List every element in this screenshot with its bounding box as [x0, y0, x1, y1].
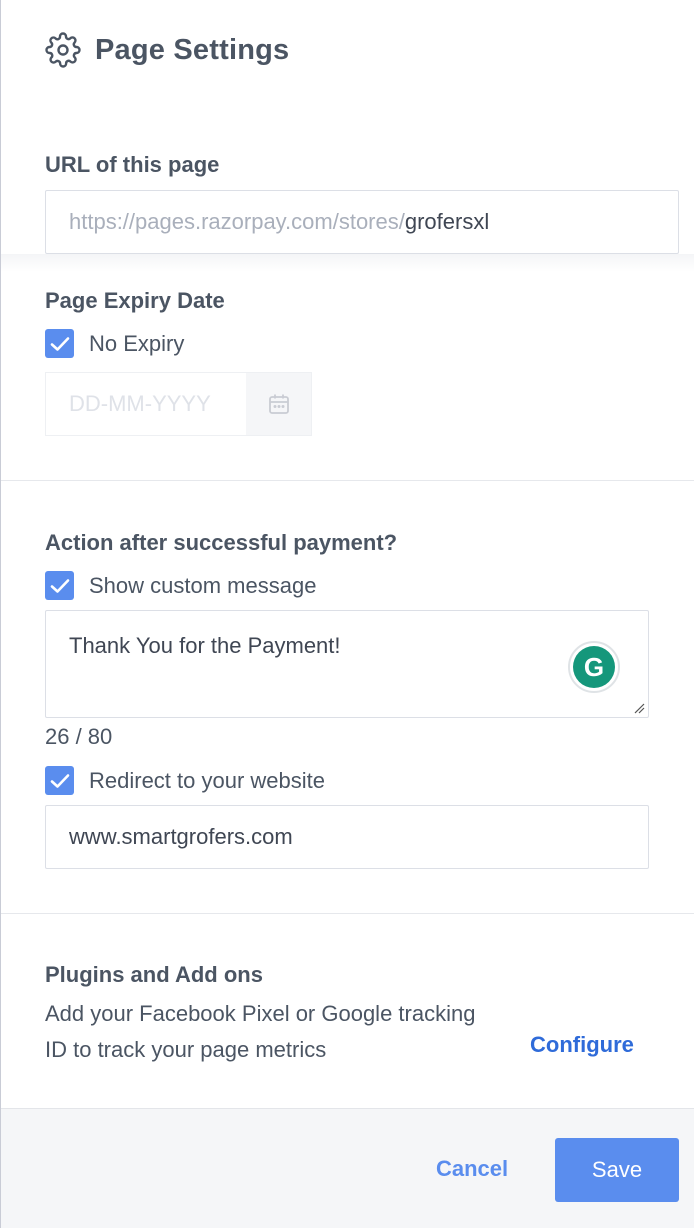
no-expiry-label: No Expiry [89, 330, 185, 356]
page-title: Page Settings [95, 33, 290, 66]
scroll-shadow [1, 254, 694, 272]
plugins-label: Plugins and Add ons [45, 962, 263, 987]
custom-message-checkbox[interactable] [45, 571, 74, 600]
redirect-checkbox[interactable] [45, 766, 74, 795]
save-button[interactable]: Save [555, 1138, 679, 1202]
custom-message-textarea[interactable]: Thank You for the Payment! G [45, 610, 649, 718]
char-counter: 26 / 80 [45, 724, 113, 749]
website-url-input[interactable]: www.smartgrofers.com [45, 805, 649, 869]
divider [1, 480, 694, 481]
url-label: URL of this page [45, 152, 220, 177]
grammarly-icon: G [573, 646, 615, 688]
no-expiry-checkbox[interactable] [45, 329, 74, 358]
checkmark-icon [50, 578, 69, 593]
redirect-label: Redirect to your website [89, 767, 325, 793]
expiry-date-input[interactable]: DD-MM-YYYY [46, 373, 246, 435]
plugins-description: Add your Facebook Pixel or Google tracki… [45, 1001, 476, 1062]
calendar-icon [268, 394, 289, 414]
no-expiry-checkbox-row[interactable]: No Expiry [45, 329, 184, 358]
grammarly-button[interactable]: G [568, 641, 620, 693]
action-label: Action after successful payment? [45, 530, 398, 555]
header: Page Settings [45, 32, 289, 68]
calendar-button[interactable] [246, 373, 311, 435]
checkmark-icon [50, 773, 69, 788]
redirect-checkbox-row[interactable]: Redirect to your website [45, 766, 325, 795]
custom-message-label: Show custom message [89, 572, 317, 598]
expiry-date-picker: DD-MM-YYYY [45, 372, 312, 436]
page-settings-panel: Page Settings URL of this page https://p… [0, 0, 694, 1228]
custom-message-checkbox-row[interactable]: Show custom message [45, 571, 316, 600]
url-field[interactable]: https://pages.razorpay.com/stores/grofer… [45, 190, 679, 254]
expiry-label: Page Expiry Date [45, 288, 225, 313]
gear-icon [45, 32, 81, 68]
url-slug-value[interactable]: grofersxl [405, 209, 489, 235]
cancel-button[interactable]: Cancel [436, 1156, 508, 1182]
divider [1, 913, 694, 914]
custom-message-value: Thank You for the Payment! [69, 633, 341, 658]
resize-handle-icon[interactable] [633, 702, 645, 714]
url-prefix: https://pages.razorpay.com/stores/ [69, 209, 405, 234]
checkmark-icon [50, 336, 69, 351]
configure-link[interactable]: Configure [530, 1032, 634, 1058]
